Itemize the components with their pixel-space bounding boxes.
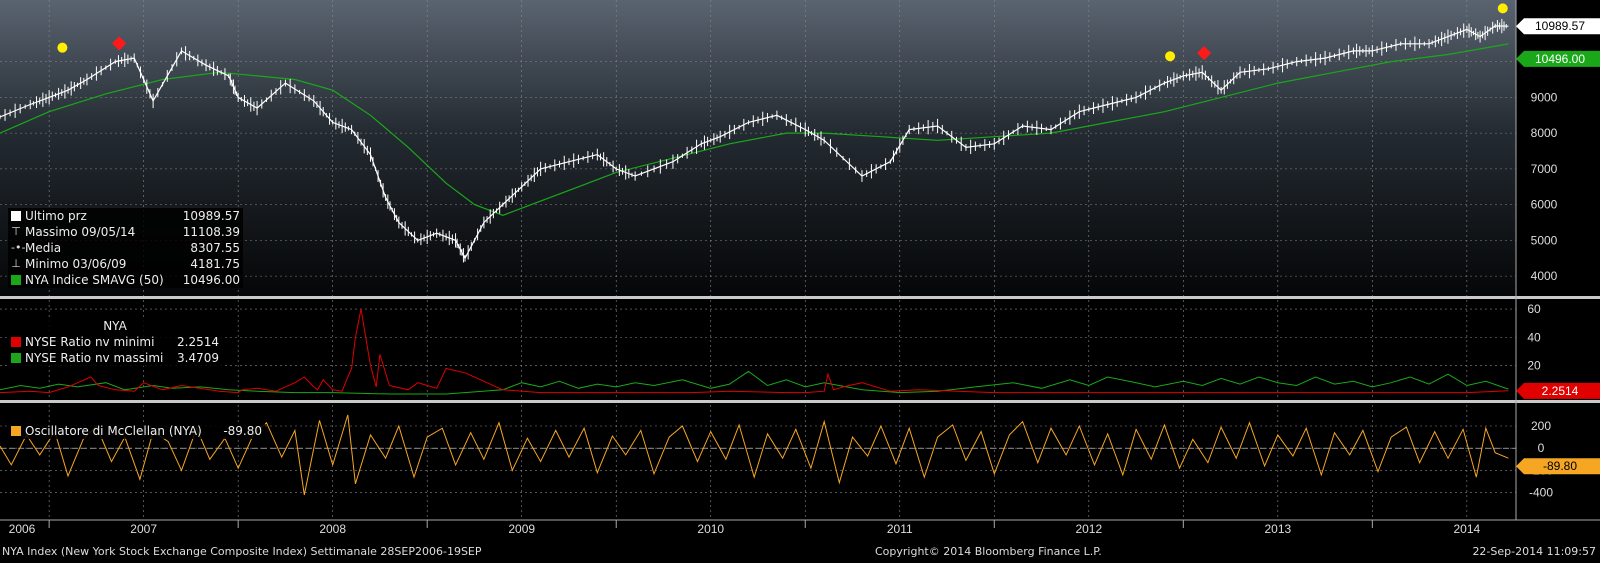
- sma-value-tag: 10496.00: [1535, 52, 1585, 66]
- x-tick-label: 2013: [1264, 522, 1291, 536]
- osc-y-tick-label: 0: [1538, 441, 1545, 455]
- ratio-value-tag: 2.2514: [1542, 384, 1579, 398]
- ratio-y-tick-label: 20: [1527, 359, 1541, 373]
- footer-center: Copyright© 2014 Bloomberg Finance L.P.: [875, 545, 1102, 558]
- panel-separator: [0, 296, 1600, 299]
- panel-separator: [0, 400, 1600, 403]
- ratio-min-value: 2.2514: [177, 335, 219, 349]
- osc-label: Oscillatore di McClellan (NYA): [25, 424, 202, 438]
- osc-legend-row: Oscillatore di McClellan (NYA) -89.80: [11, 423, 262, 439]
- ratio-legend-min-row: NYSE Ratio nv minimi 2.2514: [11, 334, 219, 350]
- price-y-tick-label: 9000: [1531, 90, 1558, 104]
- price-value-tag: 10989.57: [1535, 19, 1585, 33]
- white-square-icon: [11, 211, 21, 221]
- ratio-legend-title: NYA: [11, 318, 219, 334]
- price-y-tick-label: 7000: [1531, 162, 1558, 176]
- average-line-icon: -•-: [11, 241, 26, 254]
- footer-left: NYA Index (New York Stock Exchange Compo…: [2, 545, 482, 558]
- price-y-tick-label: 5000: [1531, 233, 1558, 247]
- legend-max-label: Massimo 09/05/14: [25, 225, 136, 239]
- max-pin-icon: ⊤: [11, 225, 21, 238]
- legend-avg-value: 8307.55: [190, 241, 240, 255]
- green-square-icon: [11, 353, 21, 363]
- price-y-tick-label: 8000: [1531, 126, 1558, 140]
- footer-right: 22-Sep-2014 11:09:57: [1472, 545, 1596, 558]
- osc-y-tick-label: -400: [1529, 486, 1553, 500]
- x-tick-label: 2008: [319, 522, 346, 536]
- x-tick-label: 2007: [130, 522, 157, 536]
- ratio-legend-title-text: NYA: [103, 319, 127, 333]
- legend-min-value: 4181.75: [190, 257, 240, 271]
- oscillator-legend: Oscillatore di McClellan (NYA) -89.80: [8, 423, 265, 439]
- green-square-icon: [11, 275, 21, 285]
- high-marker-dot: [1165, 51, 1176, 62]
- legend-last-value: 10989.57: [182, 209, 240, 223]
- x-tick-label: 2014: [1454, 522, 1481, 536]
- price-y-tick-label: 6000: [1531, 198, 1558, 212]
- legend-sma-row: NYA Indice SMAVG (50) 10496.00: [11, 272, 240, 288]
- osc-value-tag: -89.80: [1543, 459, 1577, 473]
- red-square-icon: [11, 337, 21, 347]
- high-marker-dot: [57, 42, 68, 53]
- ratio-y-tick-label: 60: [1527, 302, 1541, 316]
- ratio-min-label: NYSE Ratio nv minimi: [25, 335, 155, 349]
- ratio-legend: NYA NYSE Ratio nv minimi 2.2514 NYSE Rat…: [8, 318, 222, 366]
- osc-y-tick-label: 200: [1531, 419, 1551, 433]
- ratio-max-value: 3.4709: [177, 351, 219, 365]
- ratio-max-label: NYSE Ratio nv massimi: [25, 351, 164, 365]
- legend-max-row: ⊤ Massimo 09/05/14 11108.39: [11, 224, 240, 240]
- x-tick-label: 2011: [887, 522, 913, 536]
- legend-last-row: Ultimo prz 10989.57: [11, 208, 240, 224]
- x-tick-label: 2012: [1075, 522, 1102, 536]
- legend-min-label: Minimo 03/06/09: [25, 257, 127, 271]
- legend-sma-label: NYA Indice SMAVG (50): [25, 273, 164, 287]
- osc-value: -89.80: [223, 424, 262, 438]
- min-pin-icon: ⊥: [11, 257, 21, 270]
- legend-avg-row: -•- Media 8307.55: [11, 240, 240, 256]
- x-tick-label: 2010: [697, 522, 724, 536]
- legend-avg-label: Media: [25, 241, 62, 255]
- ratio-y-tick-label: 40: [1527, 330, 1541, 344]
- orange-square-icon: [11, 426, 21, 436]
- ratio-legend-max-row: NYSE Ratio nv massimi 3.4709: [11, 350, 219, 366]
- price-y-tick-label: 4000: [1531, 269, 1558, 283]
- high-marker-dot: [1497, 3, 1508, 14]
- legend-min-row: ⊥ Minimo 03/06/09 4181.75: [11, 256, 240, 272]
- legend-max-value: 11108.39: [182, 225, 240, 239]
- x-tick-label: 2006: [9, 522, 36, 536]
- x-tick-label: 2009: [508, 522, 535, 536]
- price-legend: Ultimo prz 10989.57 ⊤ Massimo 09/05/14 1…: [8, 208, 243, 288]
- legend-last-label: Ultimo prz: [25, 209, 87, 223]
- legend-sma-value: 10496.00: [182, 273, 240, 287]
